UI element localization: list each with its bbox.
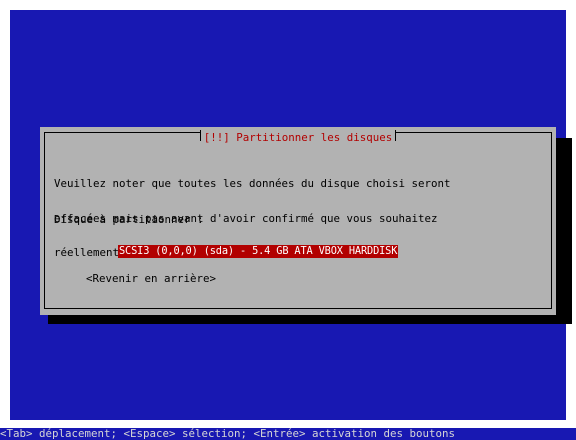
disk-option-sda[interactable]: SCSI3 (0,0,0) (sda) - 5.4 GB ATA VBOX HA…: [118, 245, 399, 258]
disk-prompt-label: Disque à partitionner :: [54, 213, 204, 226]
dialog-title: [!!] Partitionner les disques: [199, 131, 397, 144]
status-help-line: <Tab> déplacement; <Espace> sélection; <…: [0, 428, 576, 440]
message-line: Veuillez noter que toutes les données du…: [54, 177, 451, 190]
back-button[interactable]: <Revenir en arrière>: [86, 273, 216, 285]
partition-dialog: [!!] Partitionner les disques Veuillez n…: [40, 127, 556, 315]
dialog-title-bar: [!!] Partitionner les disques: [45, 131, 551, 144]
